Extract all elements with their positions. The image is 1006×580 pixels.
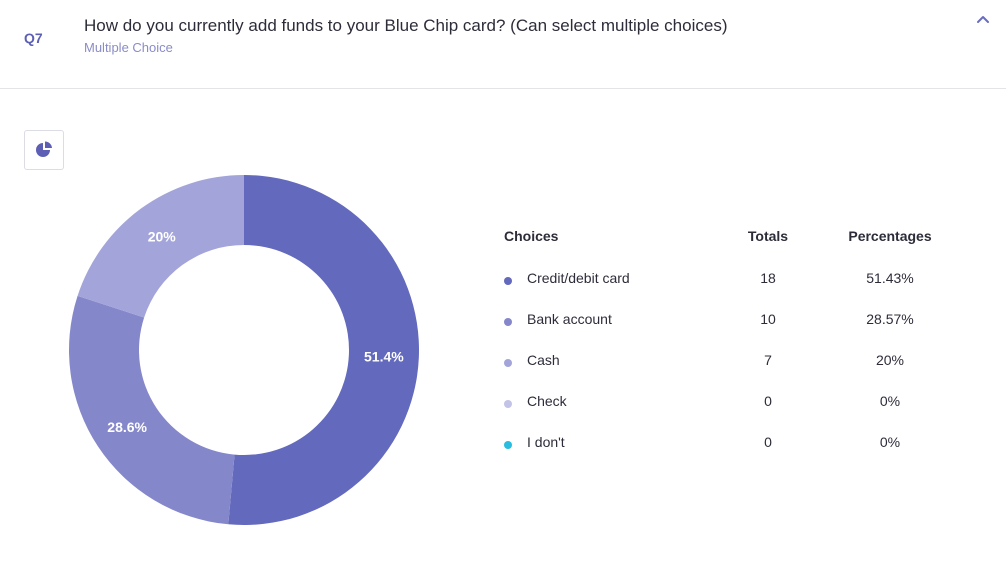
collapse-button[interactable] xyxy=(972,8,994,30)
header-percentages: Percentages xyxy=(848,228,932,244)
choice-label: I don't xyxy=(527,434,565,450)
donut-slice-bank-account[interactable] xyxy=(68,295,235,525)
question-type: Multiple Choice xyxy=(84,40,173,55)
legend-dot xyxy=(504,318,512,326)
table-row: Check 0 0% xyxy=(504,393,964,417)
choice-label: Cash xyxy=(527,352,560,368)
legend-dot xyxy=(504,277,512,285)
choice-percentage: 0% xyxy=(879,393,901,409)
header-totals: Totals xyxy=(747,228,789,244)
table-row: Credit/debit card 18 51.43% xyxy=(504,270,964,294)
choice-label: Credit/debit card xyxy=(527,270,630,286)
header-choices: Choices xyxy=(504,228,559,244)
choice-label: Bank account xyxy=(527,311,612,327)
choice-total: 18 xyxy=(760,270,776,286)
question-number: Q7 xyxy=(24,30,43,46)
survey-question-card: Q7 How do you currently add funds to you… xyxy=(0,0,1006,580)
chart-type-button[interactable] xyxy=(24,130,64,170)
legend-dot xyxy=(504,359,512,367)
donut-slice-cash[interactable] xyxy=(77,175,244,318)
choice-label: Check xyxy=(527,393,567,409)
donut-chart: 51.4% 28.6% 20% xyxy=(68,175,420,525)
table-row: I don't 0 0% xyxy=(504,434,964,458)
choice-percentage: 0% xyxy=(879,434,901,450)
legend-dot xyxy=(504,400,512,408)
slice-label: 20% xyxy=(148,229,177,245)
choice-total: 10 xyxy=(760,311,776,327)
slice-label: 51.4% xyxy=(364,348,404,364)
choice-percentage: 51.43% xyxy=(866,270,914,286)
choice-percentage: 20% xyxy=(875,352,905,368)
question-title: How do you currently add funds to your B… xyxy=(84,16,728,35)
table-row: Cash 7 20% xyxy=(504,352,964,376)
choice-total: 7 xyxy=(764,352,772,368)
question-header: Q7 How do you currently add funds to you… xyxy=(0,0,1006,89)
legend-dot xyxy=(504,441,512,449)
choice-total: 0 xyxy=(764,393,772,409)
pie-chart-icon xyxy=(36,141,52,157)
chevron-up-icon xyxy=(977,16,989,23)
choice-percentage: 28.57% xyxy=(866,311,914,327)
choice-total: 0 xyxy=(764,434,772,450)
table-row: Bank account 10 28.57% xyxy=(504,311,964,335)
slice-label: 28.6% xyxy=(107,419,147,435)
